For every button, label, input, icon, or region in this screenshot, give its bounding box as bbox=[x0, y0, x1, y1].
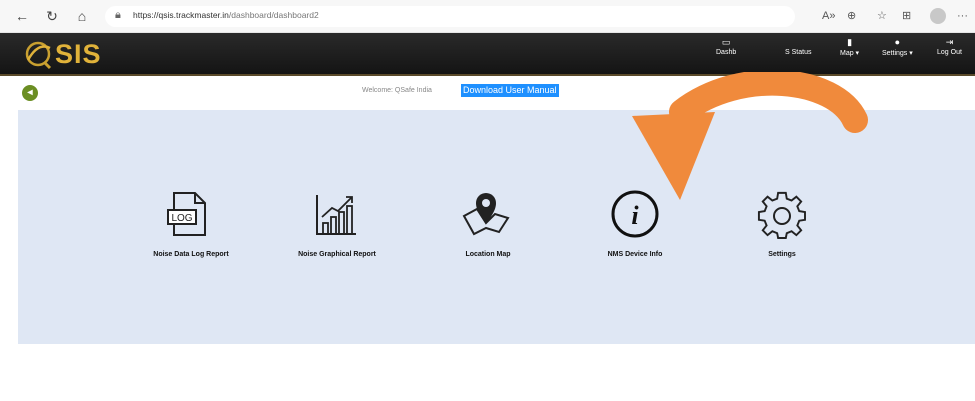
app-header bbox=[0, 33, 975, 76]
logout-icon: ⇥ bbox=[945, 37, 954, 47]
annotation-arrow bbox=[632, 72, 868, 200]
bar-chart-icon[interactable] bbox=[314, 193, 358, 237]
nav-status-label: S Status bbox=[785, 49, 812, 56]
refresh-icon[interactable]: ↻ bbox=[44, 8, 60, 24]
favorites-icon[interactable]: ☆ bbox=[877, 8, 887, 24]
browser-toolbar: ← ↻ ⌂ 🔒︎ https://qsis.trackmaster.in/das… bbox=[0, 0, 975, 33]
nav-dashboard[interactable]: ▭ Dashb bbox=[716, 37, 736, 56]
url-host: https://qsis.trackmaster.in bbox=[133, 10, 229, 20]
more-icon[interactable]: ··· bbox=[957, 8, 968, 24]
lock-icon: 🔒︎ bbox=[115, 9, 121, 21]
settings-icon: ● bbox=[894, 37, 901, 47]
welcome-text: Welcome: QSafe India bbox=[362, 87, 432, 94]
url-text: https://qsis.trackmaster.in/dashboard/da… bbox=[133, 10, 319, 20]
nav-logout[interactable]: ⇥ Log Out bbox=[937, 37, 962, 56]
back-arrow-icon[interactable]: ← bbox=[14, 8, 30, 24]
nav-dashboard-label: Dashb bbox=[716, 49, 737, 56]
nav-logout-label: Log Out bbox=[937, 49, 962, 56]
tile-label-noise-log[interactable]: Noise Data Log Report bbox=[146, 251, 236, 258]
tile-label-location[interactable]: Location Map bbox=[458, 251, 518, 258]
nav-map-label: Map ▾ bbox=[840, 50, 860, 57]
status-icon bbox=[785, 37, 811, 48]
home-icon[interactable]: ⌂ bbox=[74, 8, 90, 24]
map-icon: ▮ bbox=[847, 37, 853, 47]
collections-icon[interactable]: ⊞ bbox=[902, 8, 911, 24]
map-pin-icon[interactable] bbox=[461, 190, 511, 236]
logo-text: SIS bbox=[55, 39, 102, 69]
url-path: /dashboard/dashboard2 bbox=[228, 10, 319, 20]
nav-settings[interactable]: ● Settings ▾ bbox=[882, 37, 913, 57]
tile-label-nms-info[interactable]: NMS Device Info bbox=[592, 251, 678, 258]
tile-label-noise-graph[interactable]: Noise Graphical Report bbox=[291, 251, 383, 258]
nav-map[interactable]: ▮ Map ▾ bbox=[840, 37, 859, 57]
tile-label-settings[interactable]: Settings bbox=[756, 251, 808, 258]
svg-text:LOG: LOG bbox=[171, 213, 192, 224]
nav-settings-label: Settings ▾ bbox=[882, 50, 913, 57]
address-bar[interactable]: 🔒︎ https://qsis.trackmaster.in/dashboard… bbox=[105, 6, 795, 27]
read-aloud-icon[interactable]: A» bbox=[822, 8, 835, 24]
profile-avatar[interactable] bbox=[930, 8, 946, 24]
log-file-icon[interactable]: LOG bbox=[165, 190, 211, 238]
download-manual-link[interactable]: Download User Manual bbox=[461, 84, 559, 97]
monitor-icon: ▭ bbox=[721, 37, 731, 47]
back-button[interactable]: ◂ bbox=[22, 85, 38, 101]
nav-status[interactable]: S Status bbox=[785, 37, 811, 56]
extensions-icon[interactable]: ⊕ bbox=[847, 8, 856, 24]
